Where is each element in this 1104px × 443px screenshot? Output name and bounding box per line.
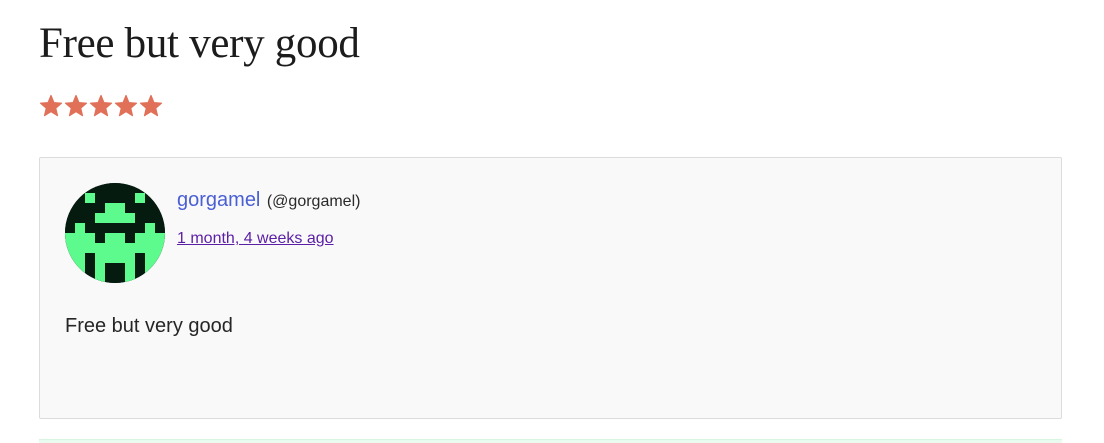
review-card: gorgamel (@gorgamel) 1 month, 4 weeks ag…	[39, 157, 1062, 419]
avatar[interactable]	[65, 183, 165, 283]
pixel-alien-avatar-icon	[65, 183, 165, 283]
star-rating	[39, 94, 163, 118]
star-icon	[89, 94, 113, 118]
review-title: Free but very good	[39, 20, 360, 67]
next-card-edge	[39, 439, 1062, 443]
star-icon	[39, 94, 63, 118]
author-line: gorgamel (@gorgamel)	[177, 189, 360, 212]
review-date-link[interactable]: 1 month, 4 weeks ago	[177, 230, 334, 248]
review-body: Free but very good	[65, 315, 233, 337]
author-name-link[interactable]: gorgamel	[177, 189, 260, 211]
star-icon	[114, 94, 138, 118]
author-handle: (@gorgamel)	[266, 193, 361, 210]
star-icon	[64, 94, 88, 118]
star-icon	[139, 94, 163, 118]
